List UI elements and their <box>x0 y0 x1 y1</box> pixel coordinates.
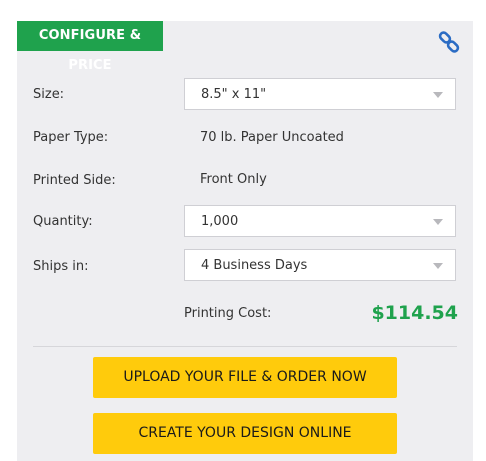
size-label: Size: <box>33 87 65 102</box>
printing-cost-label: Printing Cost: <box>184 306 272 321</box>
quantity-label: Quantity: <box>33 214 93 229</box>
ships-in-label: Ships in: <box>33 259 89 274</box>
quantity-select[interactable]: 1,000 <box>184 205 456 237</box>
paper-type-value: 70 lb. Paper Uncoated <box>200 130 344 145</box>
printed-side-value: Front Only <box>200 172 267 187</box>
ships-in-selected-value: 4 Business Days <box>201 258 308 273</box>
size-selected-value: 8.5" x 11" <box>201 87 267 102</box>
chevron-down-icon <box>433 92 443 98</box>
create-design-online-button[interactable]: CREATE YOUR DESIGN ONLINE <box>93 413 397 454</box>
link-icon[interactable] <box>437 30 461 54</box>
upload-file-order-button[interactable]: UPLOAD YOUR FILE & ORDER NOW <box>93 357 397 398</box>
divider <box>33 346 457 347</box>
chevron-down-icon <box>433 219 443 225</box>
quantity-selected-value: 1,000 <box>201 214 239 229</box>
configure-price-badge: CONFIGURE & PRICE <box>17 21 163 73</box>
configure-price-panel: CONFIGURE & PRICE Size: 8.5" x 11" Paper… <box>17 21 473 461</box>
size-select[interactable]: 8.5" x 11" <box>184 78 456 110</box>
printing-cost-value: $114.54 <box>371 302 458 324</box>
ships-in-select[interactable]: 4 Business Days <box>184 249 456 281</box>
printed-side-label: Printed Side: <box>33 173 116 188</box>
chevron-down-icon <box>433 263 443 269</box>
paper-type-label: Paper Type: <box>33 130 109 145</box>
